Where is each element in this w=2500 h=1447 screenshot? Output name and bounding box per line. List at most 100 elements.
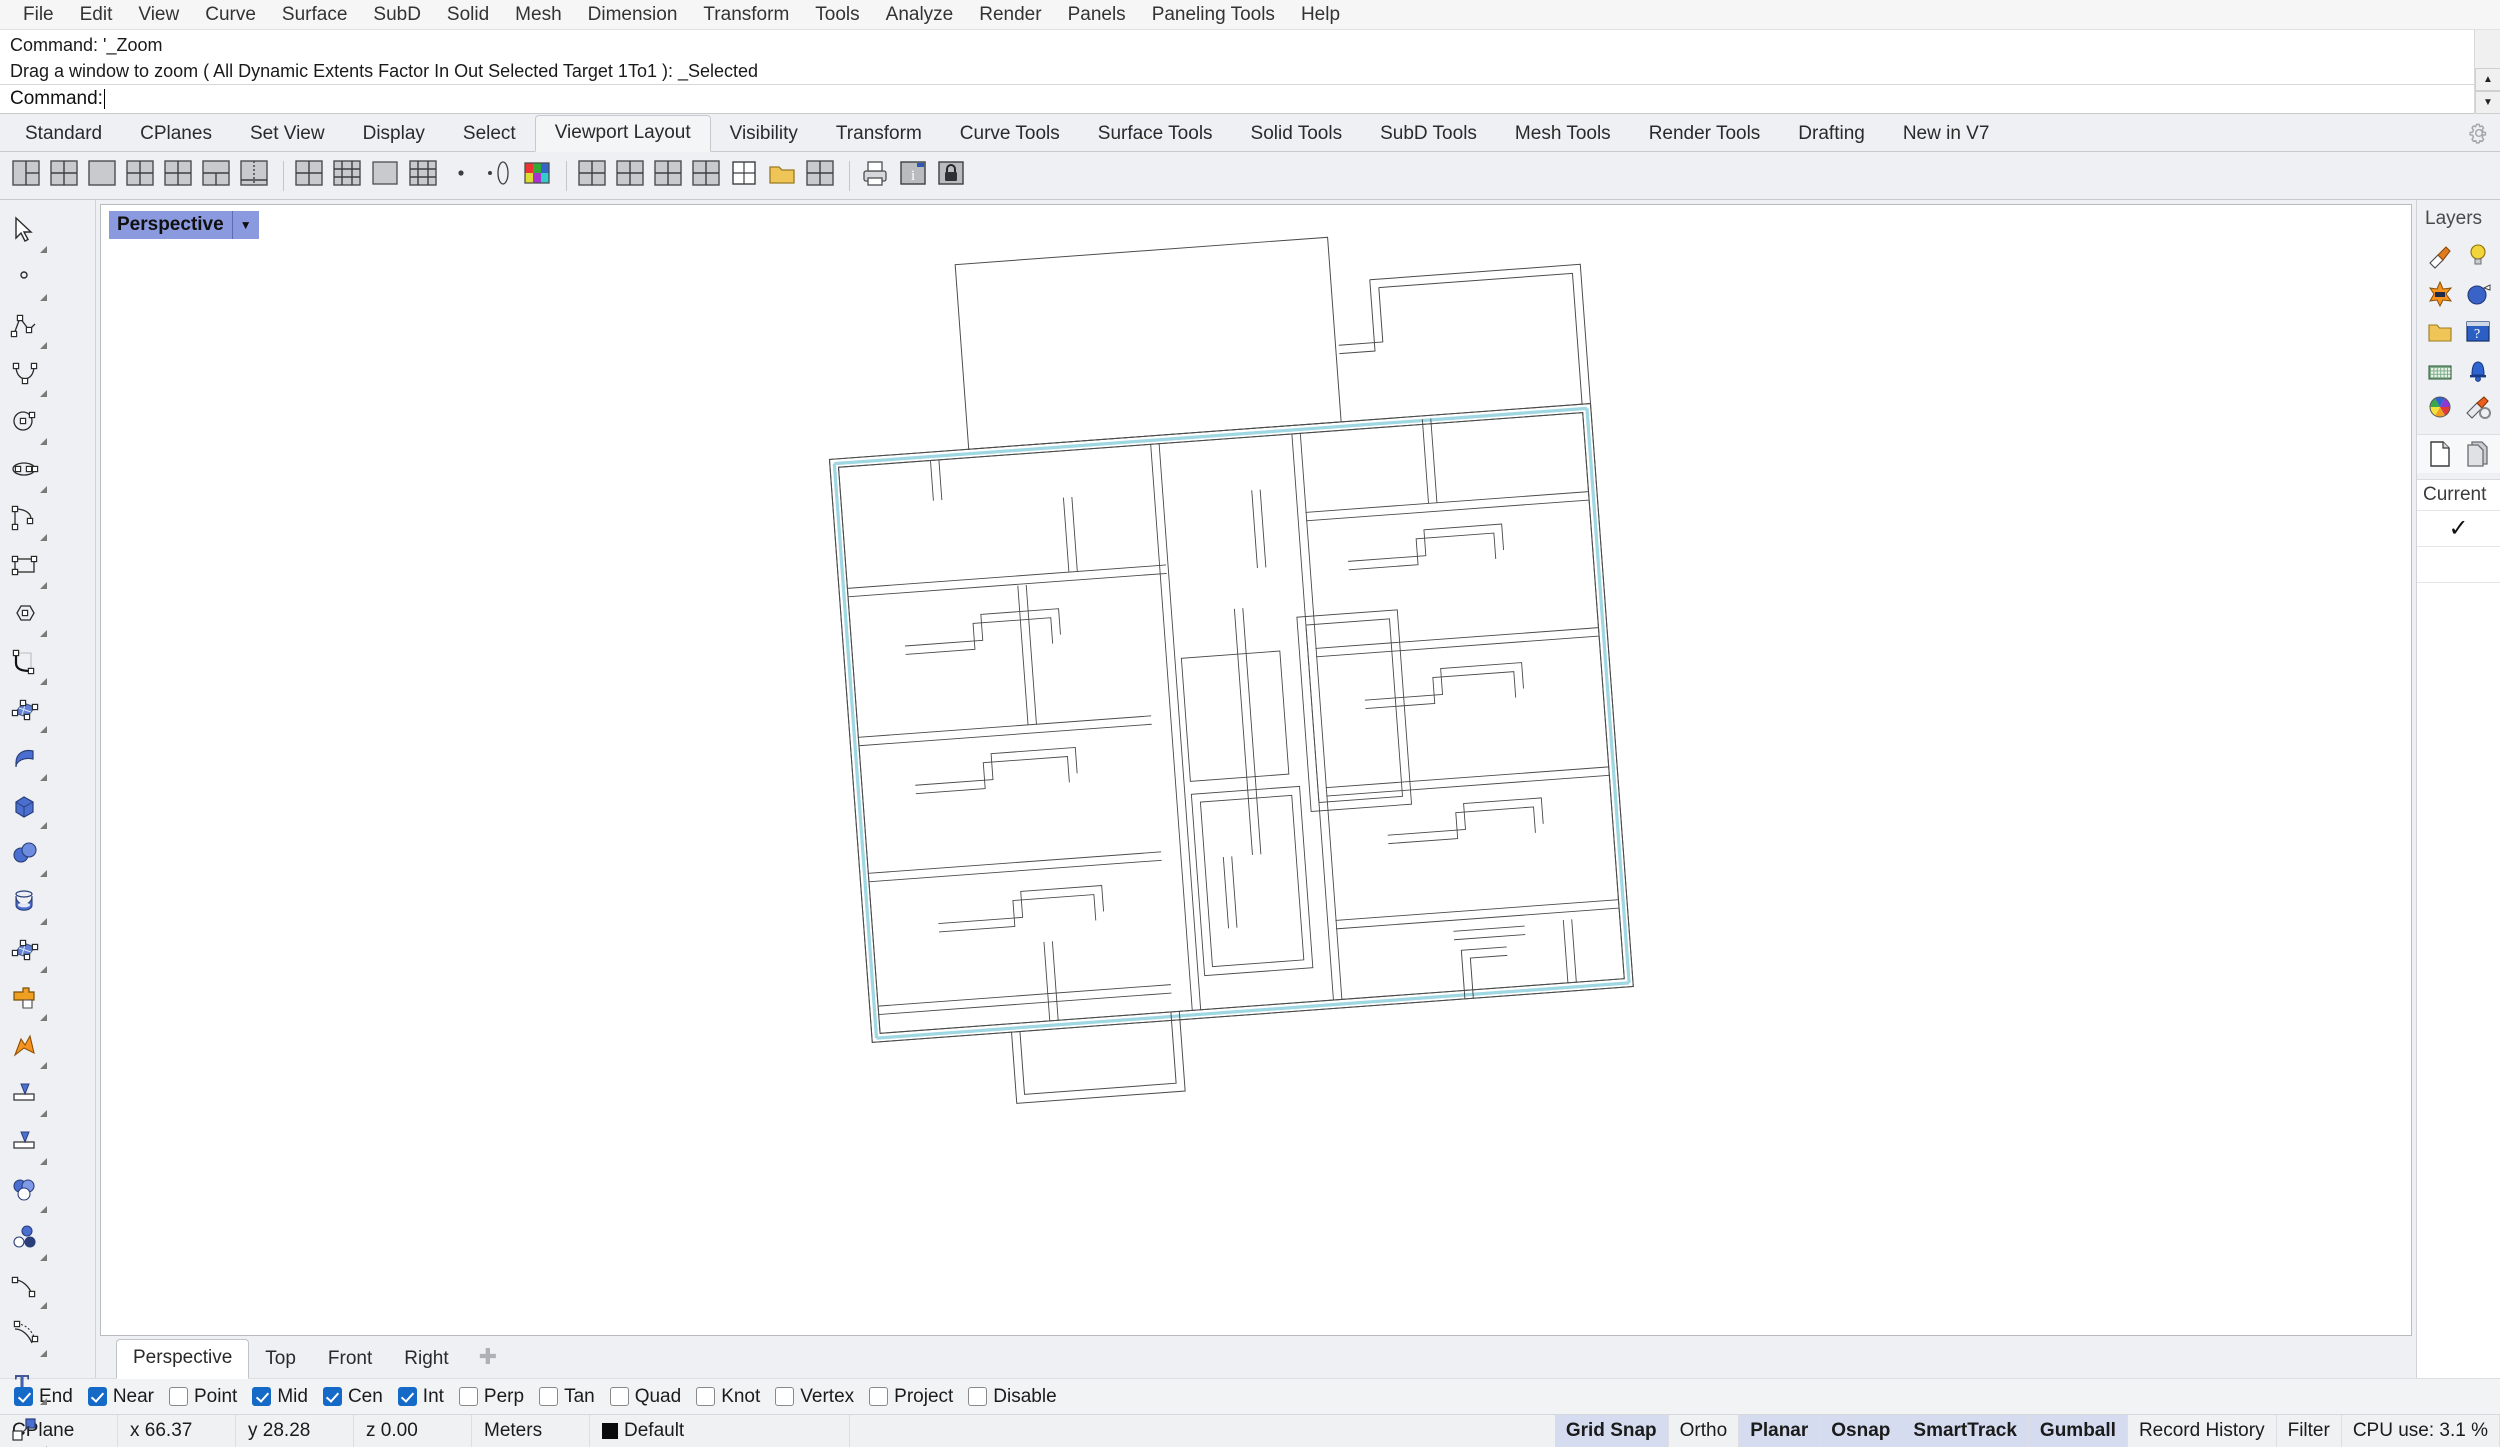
osnap-disable[interactable]: Disable <box>964 1386 1067 1408</box>
command-input[interactable]: Command: <box>0 85 2500 113</box>
camera-lens-icon[interactable] <box>483 158 519 194</box>
osnap-tan[interactable]: Tan <box>535 1386 606 1408</box>
toolbar-tab-visibility[interactable]: Visibility <box>711 117 817 152</box>
flyout-triangle-icon[interactable] <box>40 486 47 493</box>
flyout-triangle-icon[interactable] <box>40 630 47 637</box>
boolean-union-icon[interactable] <box>0 974 48 1022</box>
osnap-mid[interactable]: Mid <box>248 1386 319 1408</box>
move-icon[interactable] <box>0 1406 48 1447</box>
toolbar-tab-standard[interactable]: Standard <box>6 117 121 152</box>
checkbox-tan[interactable] <box>539 1387 559 1406</box>
circle-icon[interactable] <box>0 398 48 446</box>
toolbar-tab-viewport-layout[interactable]: Viewport Layout <box>534 115 711 152</box>
flyout-triangle-icon[interactable] <box>40 534 47 541</box>
folder-icon[interactable] <box>2421 312 2459 350</box>
revolve-surface-icon[interactable] <box>0 878 48 926</box>
menu-item-help[interactable]: Help <box>1288 1 1353 29</box>
osnap-near[interactable]: Near <box>84 1386 165 1408</box>
menu-item-surface[interactable]: Surface <box>269 1 360 29</box>
render-sphere-icon[interactable] <box>2459 274 2497 312</box>
offset-curve-icon[interactable] <box>0 1262 48 1310</box>
wallpaper-icon[interactable] <box>521 158 557 194</box>
checkbox-perp[interactable] <box>458 1387 478 1406</box>
arc-icon[interactable] <box>0 494 48 542</box>
toolbar-tab-curve-tools[interactable]: Curve Tools <box>941 117 1079 152</box>
menu-item-subd[interactable]: SubD <box>360 1 434 29</box>
flyout-triangle-icon[interactable] <box>40 1110 47 1117</box>
toolbar-tab-cplanes[interactable]: CPlanes <box>121 117 231 152</box>
two-point-perspective-icon[interactable] <box>369 158 405 194</box>
four-viewport-icon[interactable] <box>48 158 84 194</box>
split-icon[interactable] <box>0 1118 48 1166</box>
layers-brush-icon[interactable] <box>2421 236 2459 274</box>
flyout-triangle-icon[interactable] <box>40 678 47 685</box>
dot-icon[interactable] <box>445 158 481 194</box>
checkbox-quad[interactable] <box>609 1387 629 1406</box>
flyout-triangle-icon[interactable] <box>40 1398 47 1405</box>
flyout-triangle-icon[interactable] <box>40 1302 47 1309</box>
perspective-viewport[interactable]: Perspective ▼ <box>100 204 2412 1336</box>
flyout-triangle-icon[interactable] <box>40 1014 47 1021</box>
status-current-layer[interactable]: Default <box>590 1415 850 1447</box>
toolbar-tab-select[interactable]: Select <box>444 117 535 152</box>
named-cplane-icon[interactable] <box>407 158 443 194</box>
osnap-vertex[interactable]: Vertex <box>771 1386 865 1408</box>
layer-row[interactable] <box>2417 582 2500 618</box>
flyout-triangle-icon[interactable] <box>40 966 47 973</box>
page-layout-icon[interactable] <box>576 158 612 194</box>
flyout-triangle-icon[interactable] <box>40 918 47 925</box>
help-window-icon[interactable]: ? <box>2459 312 2497 350</box>
set-view-icon[interactable] <box>331 158 367 194</box>
new-viewport-icon[interactable] <box>162 158 198 194</box>
menu-item-dimension[interactable]: Dimension <box>575 1 691 29</box>
menu-item-transform[interactable]: Transform <box>690 1 802 29</box>
viewport-tab-perspective[interactable]: Perspective <box>116 1339 250 1379</box>
single-viewport-icon[interactable] <box>86 158 122 194</box>
status-toggle-grid-snap[interactable]: Grid Snap <box>1554 1415 1669 1447</box>
loft-surface-icon[interactable] <box>0 734 48 782</box>
layer-row-current[interactable]: ✓ <box>2417 510 2500 546</box>
flyout-triangle-icon[interactable] <box>40 582 47 589</box>
split-viewport-horizontal-icon[interactable] <box>200 158 236 194</box>
sphere-icon[interactable] <box>0 830 48 878</box>
folder-viewport-icon[interactable] <box>766 158 802 194</box>
menu-item-solid[interactable]: Solid <box>434 1 502 29</box>
status-toggle-ortho[interactable]: Ortho <box>1669 1415 1740 1447</box>
zoom-selected-icon[interactable] <box>728 158 764 194</box>
toolbar-tab-display[interactable]: Display <box>344 117 444 152</box>
status-toggle-record-history[interactable]: Record History <box>2128 1415 2277 1447</box>
scroll-up-arrow-icon[interactable]: ▲ <box>2475 68 2500 91</box>
osnap-cen[interactable]: Cen <box>319 1386 394 1408</box>
status-toggle-osnap[interactable]: Osnap <box>1820 1415 1903 1447</box>
checkbox-point[interactable] <box>169 1387 188 1406</box>
offset-dashed-icon[interactable] <box>0 1310 48 1358</box>
menu-item-view[interactable]: View <box>125 1 192 29</box>
plus-icon[interactable]: ✚ <box>465 1340 511 1378</box>
menu-item-mesh[interactable]: Mesh <box>502 1 574 29</box>
flyout-triangle-icon[interactable] <box>40 1062 47 1069</box>
toolbar-tab-transform[interactable]: Transform <box>817 117 941 152</box>
split-viewport-dashed-icon[interactable] <box>238 158 274 194</box>
flyout-triangle-icon[interactable] <box>40 342 47 349</box>
synchronize-viewports-icon[interactable] <box>293 158 329 194</box>
lock-viewport-icon[interactable] <box>935 158 971 194</box>
named-view-icon[interactable] <box>804 158 840 194</box>
status-toggle-filter[interactable]: Filter <box>2277 1415 2342 1447</box>
curve-interpolate-icon[interactable] <box>0 350 48 398</box>
menu-item-render[interactable]: Render <box>966 1 1054 29</box>
viewport-title-label[interactable]: Perspective ▼ <box>109 211 259 239</box>
flyout-triangle-icon[interactable] <box>40 1350 47 1357</box>
display-settings-icon[interactable] <box>2459 388 2497 426</box>
new-layer-icon[interactable] <box>2421 435 2459 473</box>
menu-item-paneling-tools[interactable]: Paneling Tools <box>1139 1 1288 29</box>
layer-color-swatch[interactable] <box>602 1423 618 1439</box>
checkbox-end[interactable] <box>14 1387 33 1406</box>
toolbar-tab-mesh-tools[interactable]: Mesh Tools <box>1496 117 1630 152</box>
menu-item-analyze[interactable]: Analyze <box>873 1 967 29</box>
keyboard-icon[interactable] <box>2421 350 2459 388</box>
flyout-triangle-icon[interactable] <box>40 1254 47 1261</box>
explode-icon[interactable] <box>0 1022 48 1070</box>
surface-network-icon[interactable] <box>0 926 48 974</box>
checkbox-near[interactable] <box>87 1387 107 1406</box>
rectangle-icon[interactable] <box>0 542 48 590</box>
